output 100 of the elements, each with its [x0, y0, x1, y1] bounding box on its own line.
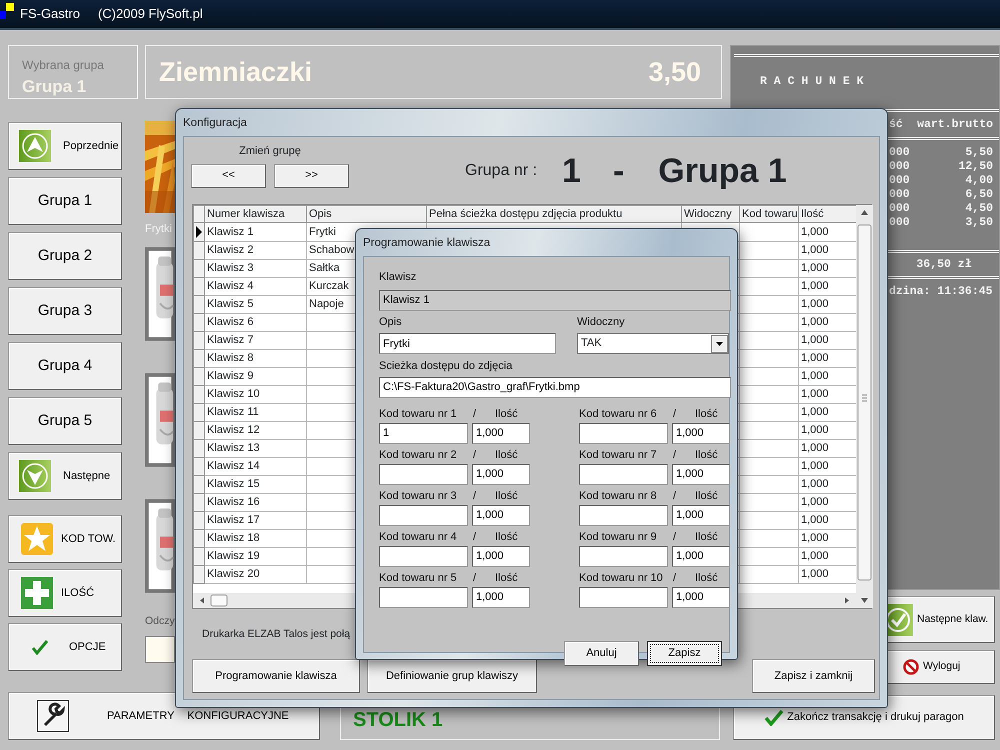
table-cell: Klawisz 14 — [204, 457, 306, 475]
nav-button[interactable]: Grupa 1 — [8, 177, 122, 225]
next-group-button[interactable]: >> — [274, 164, 349, 188]
table-cell: Klawisz 13 — [204, 439, 306, 457]
field-label: Scieżka dostępu do zdjęcia — [379, 359, 514, 374]
separator-text: / — [673, 448, 678, 462]
field-label: Kod towaru nr 4 — [379, 530, 458, 544]
input-field[interactable]: 1,000 — [672, 586, 730, 608]
tool-button[interactable]: KOD TOW. — [8, 515, 122, 563]
column-header[interactable]: Pełna ścieżka dostępu zdjęcia produktu — [426, 205, 682, 222]
dialog-button[interactable]: Programowanie klawisza — [192, 659, 360, 694]
value-text: 6,50 — [965, 188, 993, 202]
total-text: 36,50 zł — [916, 258, 972, 272]
field-label: Ilość — [495, 570, 518, 586]
input-field[interactable]: 1 — [379, 422, 468, 444]
reader-label: Odczy — [145, 614, 173, 628]
group-name: Grupa 1 — [658, 154, 787, 188]
field-label: Kod towaru nr 1 — [379, 406, 458, 422]
value-text: 5,50 — [965, 146, 993, 160]
group-label: Wybrana grupa — [22, 57, 105, 74]
nav-button[interactable]: Poprzednie — [8, 122, 122, 170]
input-field[interactable]: 1,000 — [672, 422, 730, 444]
dialog-title: Konfiguracja — [182, 116, 248, 131]
table-cell: Klawisz 18 — [204, 529, 306, 547]
value-text: 4,50 — [965, 202, 993, 216]
dialog-button[interactable]: Definiowanie grup klawiszy — [367, 659, 537, 694]
column-header[interactable]: Kod towaru — [740, 205, 798, 222]
separator-text: / — [473, 570, 478, 586]
input-field[interactable]: C:\FS-Faktura20\Gastro_graf\Frytki.bmp — [379, 376, 731, 398]
input-field[interactable]: 1,000 — [472, 422, 530, 444]
column-header[interactable]: Numer klawisza — [204, 205, 306, 222]
table-cell: Klawisz 19 — [204, 547, 306, 565]
input-field[interactable]: 1,000 — [472, 586, 530, 608]
table-cell: Klawisz 12 — [204, 421, 306, 439]
field-label: Kod towaru nr 5 — [379, 570, 458, 586]
separator-text: / — [473, 448, 478, 462]
nav-button[interactable]: Następne — [8, 452, 122, 500]
input-field[interactable]: 1,000 — [472, 464, 530, 484]
field-label: Kod towaru nr 6 — [579, 406, 658, 422]
input-field[interactable]: Frytki — [379, 333, 556, 354]
group-number: 1 — [562, 154, 581, 188]
quantity-text: 000 — [889, 216, 910, 230]
quantity-text: 000 — [889, 146, 910, 160]
product-price: 3,50 — [648, 56, 701, 89]
copyright-text: (C)2009 FlySoft.pl — [98, 5, 203, 24]
input-field[interactable]: 1,000 — [672, 464, 730, 484]
window-title: FS-Gastro — [20, 5, 80, 24]
dropdown[interactable]: TAK — [577, 333, 729, 354]
nav-button[interactable]: Grupa 5 — [8, 397, 122, 445]
quantity-text: 000 — [889, 202, 910, 216]
change-group-label: Zmień grupę — [239, 144, 301, 159]
field-label: Ilość — [495, 530, 518, 544]
table-cell: Klawisz 4 — [204, 277, 306, 295]
separator-text: / — [673, 488, 678, 504]
table-name: STOLIK 1 — [353, 708, 443, 733]
table-cell: Klawisz 1 — [204, 222, 306, 241]
separator-text: / — [473, 488, 478, 504]
input-field[interactable]: 1,000 — [472, 504, 530, 526]
separator-text: - — [612, 154, 624, 188]
table-cell: Klawisz 3 — [204, 259, 306, 277]
status-text: Drukarka ELZAB Talos jest połą — [202, 626, 350, 642]
separator-text: / — [673, 530, 678, 544]
field-label: Ilość — [695, 570, 718, 586]
nav-button[interactable]: Grupa 4 — [8, 342, 122, 390]
dialog-button[interactable]: Anuluj — [564, 640, 639, 666]
tool-button[interactable]: OPCJE — [8, 623, 122, 671]
field-label: Ilość — [495, 406, 518, 422]
field-label: Ilość — [695, 530, 718, 544]
table-cell: Klawisz 6 — [204, 313, 306, 331]
table-cell: Klawisz 2 — [204, 241, 306, 259]
field-label: Ilość — [695, 448, 718, 462]
time-text: dzina: 11:36:45 — [889, 285, 993, 298]
dialog-button[interactable]: Zapisz i zamknij — [752, 659, 875, 694]
nav-button[interactable]: Grupa 3 — [8, 287, 122, 335]
table-cell: Klawisz 8 — [204, 349, 306, 367]
field-label: Opis — [379, 314, 403, 330]
table-cell: Klawisz 17 — [204, 511, 306, 529]
column-header[interactable]: Widoczny — [682, 205, 740, 222]
nav-button[interactable]: Grupa 2 — [8, 232, 122, 280]
separator-text: / — [473, 530, 478, 544]
field-label: Kod towaru nr 9 — [579, 530, 658, 544]
column-header[interactable]: Opis — [306, 205, 426, 222]
value-text: 4,00 — [965, 174, 993, 188]
quantity-text: 000 — [889, 174, 910, 188]
product-name: Ziemniaczki — [159, 56, 312, 89]
input-field[interactable]: 1,000 — [672, 504, 730, 526]
field-label: Kod towaru nr 10 — [579, 570, 664, 586]
dialog-button[interactable]: Zapisz — [647, 640, 722, 666]
separator-text: / — [673, 570, 678, 586]
table-cell: Klawisz 7 — [204, 331, 306, 349]
input-field[interactable]: 1,000 — [472, 546, 530, 566]
input-field[interactable]: 1,000 — [672, 546, 730, 566]
table-cell: Klawisz 11 — [204, 403, 306, 421]
column-header[interactable]: Ilość — [798, 205, 856, 222]
quantity-text: 000 — [889, 188, 910, 202]
tool-button[interactable]: ILOŚĆ — [8, 569, 122, 617]
field-label: Kod towaru nr 7 — [579, 448, 658, 462]
field-label: Widoczny — [577, 314, 626, 330]
previous-group-button[interactable]: << — [191, 164, 266, 188]
field-label: Ilość — [695, 406, 718, 422]
